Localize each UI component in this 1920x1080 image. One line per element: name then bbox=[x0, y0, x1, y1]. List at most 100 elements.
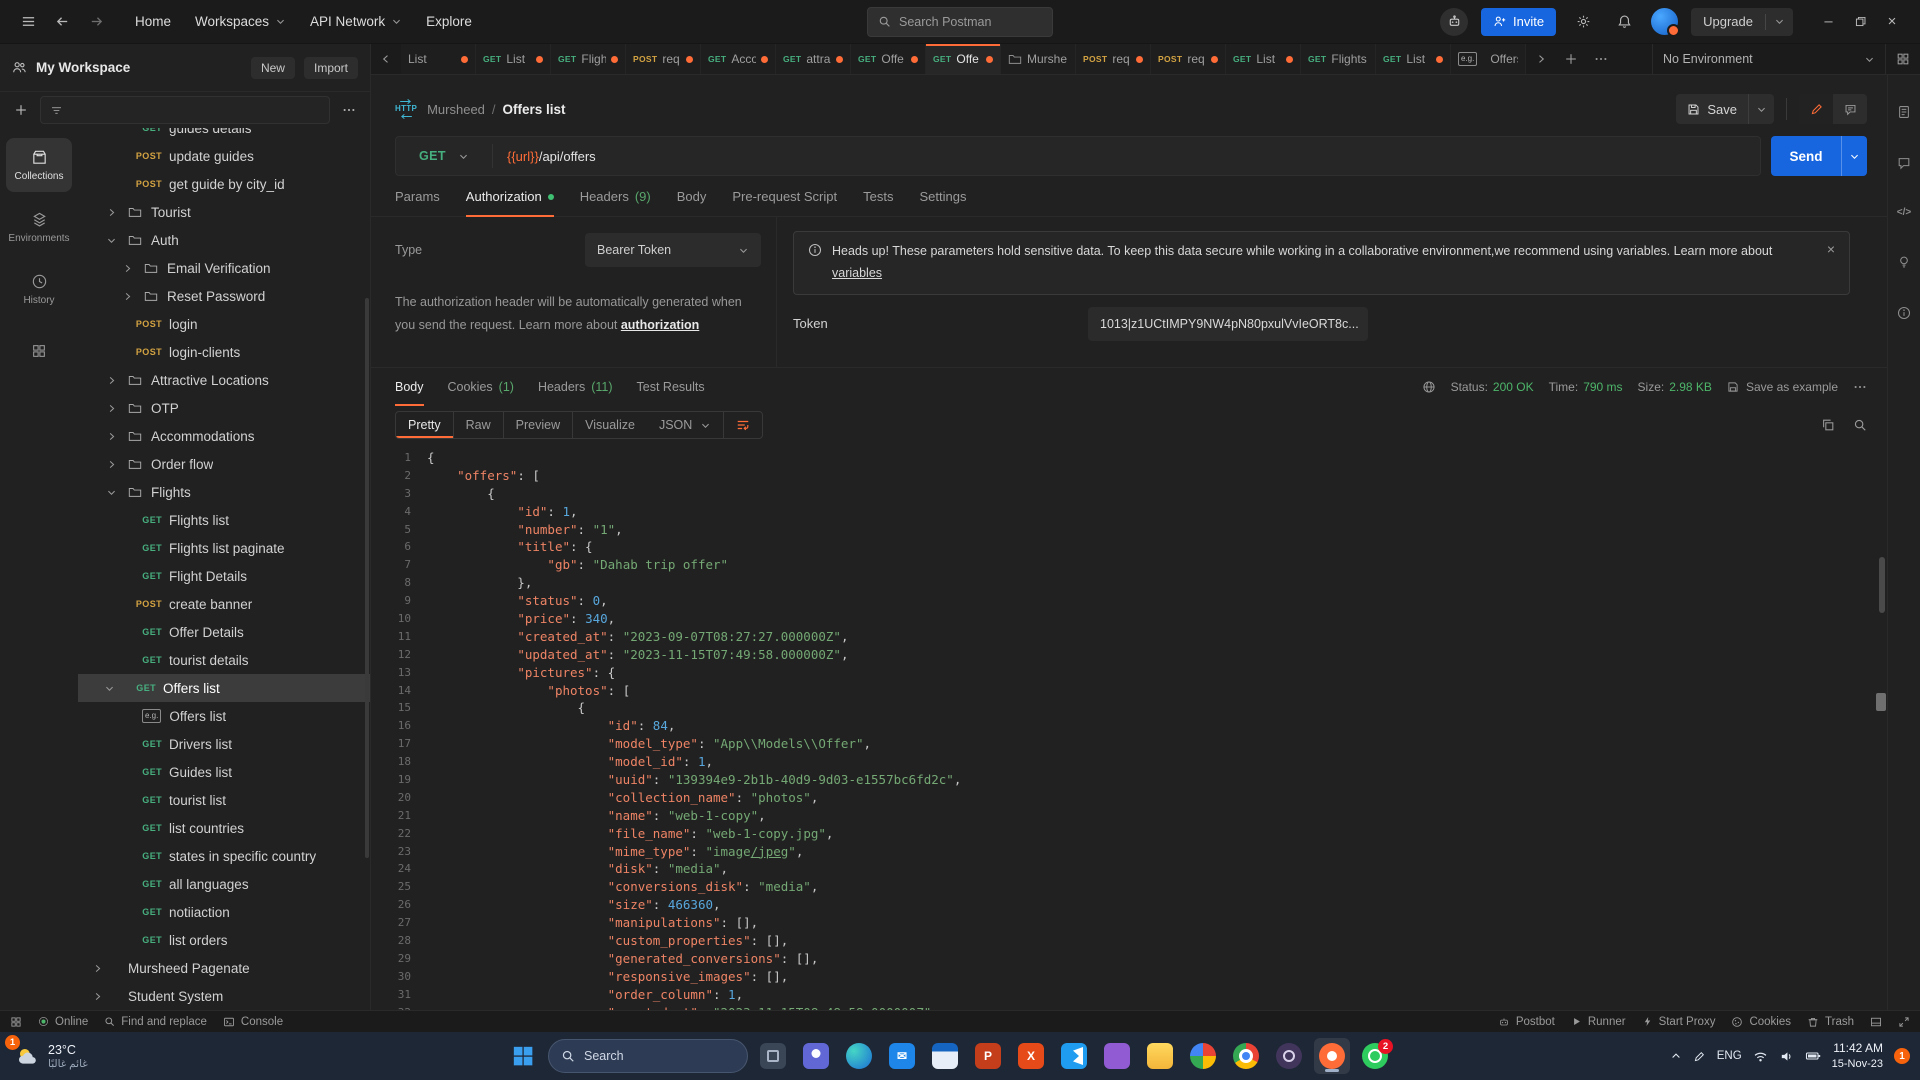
request-tab[interactable]: GETList bbox=[1226, 44, 1301, 74]
tab-tests[interactable]: Tests bbox=[863, 177, 893, 216]
wifi-icon[interactable] bbox=[1753, 1049, 1768, 1064]
request-tab[interactable]: GETattra bbox=[776, 44, 851, 74]
request-tab[interactable]: POSTreq bbox=[626, 44, 701, 74]
tree-request-row[interactable]: GETOffer Details bbox=[78, 618, 370, 646]
url-input[interactable]: {{url}}/api/offers bbox=[493, 149, 610, 164]
auth-type-select[interactable]: Bearer Token bbox=[585, 233, 761, 267]
tree-folder-row[interactable]: Attractive Locations bbox=[78, 366, 370, 394]
view-preview[interactable]: Preview bbox=[504, 412, 573, 438]
add-collection-plus-icon[interactable] bbox=[10, 96, 32, 124]
weather-widget[interactable]: 23°Cغائم غالبًا bbox=[14, 1032, 88, 1080]
edit-pencil-icon[interactable] bbox=[1799, 94, 1833, 124]
chevron-down-icon[interactable] bbox=[1864, 54, 1875, 65]
tab-params[interactable]: Params bbox=[395, 177, 440, 216]
view-pretty[interactable]: Pretty bbox=[396, 412, 454, 438]
task-view-icon[interactable] bbox=[755, 1038, 791, 1074]
view-raw[interactable]: Raw bbox=[454, 412, 504, 438]
comments-icon[interactable] bbox=[1897, 156, 1911, 170]
request-tab[interactable]: List bbox=[401, 44, 476, 74]
statusbar-runner[interactable]: Runner bbox=[1571, 1016, 1626, 1028]
tab-options-icon[interactable] bbox=[1586, 44, 1616, 74]
request-tab[interactable]: GETFligh bbox=[551, 44, 626, 74]
tree-request-row[interactable]: GETall languages bbox=[78, 870, 370, 898]
sidebar-rail-apis[interactable] bbox=[6, 324, 72, 378]
tree-folder-row[interactable]: Email Verification bbox=[78, 254, 370, 282]
environment-selector[interactable]: No Environment bbox=[1652, 44, 1920, 74]
copy-icon[interactable] bbox=[1821, 418, 1835, 432]
new-button[interactable]: New bbox=[251, 57, 295, 79]
status-grid-icon[interactable] bbox=[10, 1016, 22, 1028]
search-response-icon[interactable] bbox=[1853, 418, 1867, 432]
tree-folder-row[interactable]: Tourist bbox=[78, 198, 370, 226]
statusbar-trash[interactable]: Trash bbox=[1807, 1016, 1854, 1028]
calendar-icon[interactable] bbox=[927, 1038, 963, 1074]
taskbar-search-input[interactable]: Search bbox=[548, 1039, 748, 1073]
postbot-icon[interactable] bbox=[1440, 8, 1468, 36]
tree-request-row[interactable]: GETguides details bbox=[78, 128, 370, 142]
battery-icon[interactable] bbox=[1805, 1048, 1821, 1064]
hidden-icons-chevron-icon[interactable] bbox=[1670, 1050, 1682, 1062]
powerpoint-icon[interactable]: P bbox=[970, 1038, 1006, 1074]
nav-item-explore[interactable]: Explore bbox=[415, 9, 483, 34]
statusbar-console[interactable]: Console bbox=[223, 1016, 283, 1028]
teams-icon[interactable] bbox=[798, 1038, 834, 1074]
vscode-icon[interactable] bbox=[1056, 1038, 1092, 1074]
response-tab-test-results[interactable]: Test Results bbox=[637, 368, 705, 405]
visual-studio-icon[interactable] bbox=[1099, 1038, 1135, 1074]
chevron-right-icon[interactable] bbox=[104, 431, 118, 442]
window-minimize-icon[interactable] bbox=[1814, 8, 1842, 36]
save-as-example-button[interactable]: Save as example bbox=[1727, 380, 1838, 394]
response-options-icon[interactable] bbox=[1853, 380, 1867, 394]
tabs-scroll-right-icon[interactable] bbox=[1526, 44, 1556, 74]
upgrade-button[interactable]: Upgrade bbox=[1691, 8, 1793, 36]
environment-quick-look-icon[interactable] bbox=[1885, 44, 1910, 74]
chevron-right-icon[interactable] bbox=[104, 375, 118, 386]
breadcrumb-collection[interactable]: Mursheed bbox=[427, 102, 485, 117]
panel-layout-icon[interactable] bbox=[1870, 1016, 1882, 1028]
invite-button[interactable]: Invite bbox=[1481, 8, 1556, 36]
method-selector[interactable]: GET bbox=[396, 149, 492, 163]
tree-example-row[interactable]: e.g.Offers list bbox=[78, 702, 370, 730]
window-close-icon[interactable]: × bbox=[1878, 8, 1906, 36]
tree-folder-row[interactable]: Flights bbox=[78, 478, 370, 506]
tree-folder-row[interactable]: Reset Password bbox=[78, 282, 370, 310]
hamburger-menu-icon[interactable] bbox=[14, 8, 42, 36]
volume-icon[interactable] bbox=[1779, 1049, 1794, 1064]
start-button[interactable] bbox=[505, 1038, 541, 1074]
global-search-input[interactable]: Search Postman bbox=[867, 7, 1053, 37]
tree-folder-row[interactable]: Order flow bbox=[78, 450, 370, 478]
collection-filter-input[interactable] bbox=[40, 96, 330, 124]
tree-folder-row[interactable]: OTP bbox=[78, 394, 370, 422]
settings-gear-icon[interactable] bbox=[1569, 8, 1597, 36]
expand-icon[interactable] bbox=[1898, 1016, 1910, 1028]
tabs-scroll-left-icon[interactable] bbox=[371, 44, 401, 74]
view-visualize[interactable]: Visualize bbox=[573, 412, 647, 438]
chevron-right-icon[interactable] bbox=[90, 991, 104, 1002]
chevron-right-icon[interactable] bbox=[104, 403, 118, 414]
nav-item-api-network[interactable]: API Network bbox=[299, 9, 413, 34]
tree-request-row[interactable]: GETFlights list paginate bbox=[78, 534, 370, 562]
banner-close-icon[interactable]: × bbox=[1827, 241, 1835, 257]
back-arrow-icon[interactable] bbox=[48, 8, 76, 36]
tree-folder-row[interactable]: Accommodations bbox=[78, 422, 370, 450]
statusbar-online[interactable]: Online bbox=[38, 1016, 88, 1028]
request-tab[interactable]: POSTreq bbox=[1151, 44, 1226, 74]
send-options-chevron-icon[interactable] bbox=[1841, 136, 1867, 176]
chevron-right-icon[interactable] bbox=[120, 291, 134, 302]
language-indicator[interactable]: ENG bbox=[1717, 1050, 1742, 1062]
whatsapp-icon[interactable]: 2 bbox=[1357, 1038, 1393, 1074]
chevron-right-icon[interactable] bbox=[120, 263, 134, 274]
sidebar-rail-history[interactable]: History bbox=[6, 262, 72, 316]
response-tab-headers[interactable]: Headers(11) bbox=[538, 368, 613, 405]
request-tab[interactable]: GETOffe bbox=[926, 44, 1001, 74]
user-avatar[interactable] bbox=[1651, 8, 1678, 35]
chrome-icon[interactable] bbox=[1228, 1038, 1264, 1074]
response-scrollbar[interactable] bbox=[1879, 557, 1885, 613]
tree-request-row[interactable]: GETOffers list bbox=[78, 674, 370, 702]
request-tab[interactable]: GETFlights bbox=[1301, 44, 1376, 74]
chevron-down-icon[interactable] bbox=[1766, 16, 1793, 27]
tab-pre-request-script[interactable]: Pre-request Script bbox=[732, 177, 837, 216]
request-tab[interactable]: GETList bbox=[1376, 44, 1451, 74]
pane-resize-handle[interactable] bbox=[1876, 693, 1886, 711]
tree-request-row[interactable]: GETlist countries bbox=[78, 814, 370, 842]
